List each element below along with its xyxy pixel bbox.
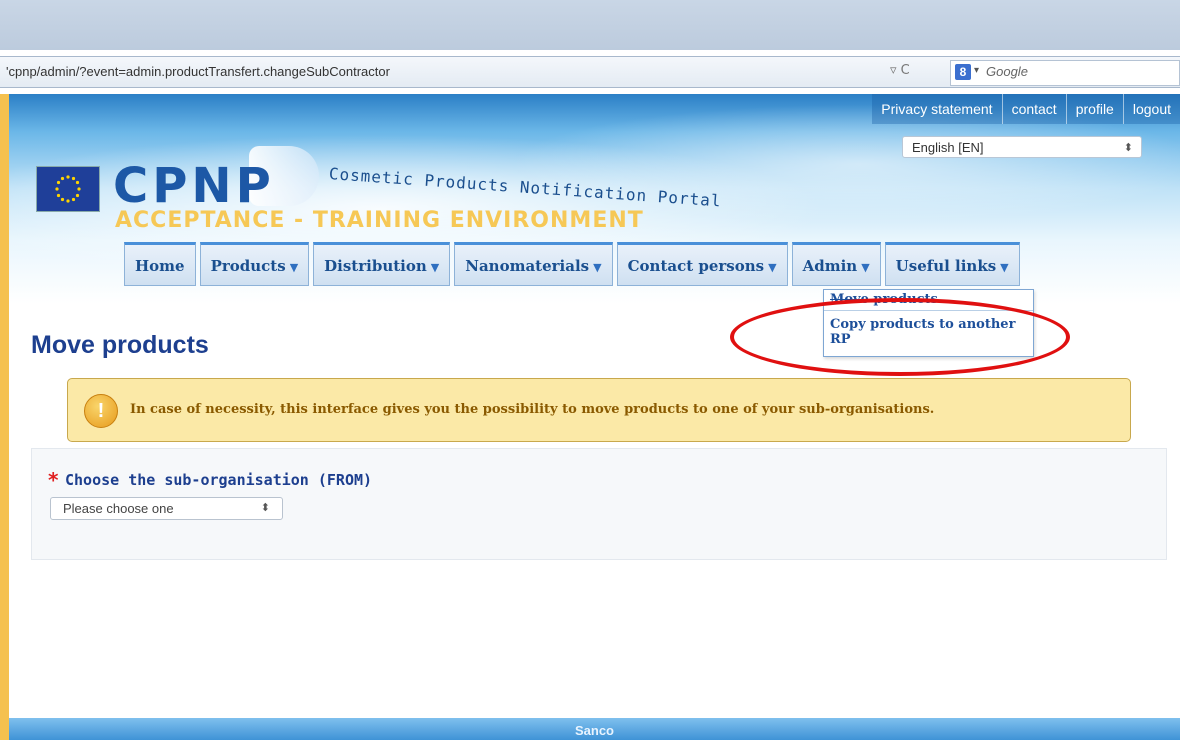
chevron-down-icon: ▼ [768, 261, 777, 274]
chevron-down-icon[interactable]: ▾ [974, 65, 979, 76]
cpnp-logo: CPNP [113, 158, 275, 214]
nav-useful-links[interactable]: Useful links ▼ [884, 242, 1020, 286]
nav-products[interactable]: Products ▼ [199, 242, 310, 286]
environment-label: ACCEPTANCE - TRAINING ENVIRONMENT [115, 208, 644, 233]
language-value: English [EN] [912, 140, 984, 155]
nav-home[interactable]: Home [124, 242, 196, 286]
chevron-down-icon: ▼ [430, 261, 440, 274]
contact-link[interactable]: contact [1001, 94, 1066, 124]
page-left-edge [0, 94, 9, 740]
select-arrows-icon: ⬍ [260, 502, 270, 514]
required-marker: * [48, 468, 59, 492]
footer-bar: Sanco [9, 718, 1180, 740]
sub-organisation-select[interactable]: Please choose one ⬍ [50, 497, 283, 520]
warning-icon: ! [84, 394, 118, 428]
nav-distribution[interactable]: Distribution ▼ [313, 242, 451, 286]
field-label: Choose the sub-organisation (FROM) [65, 471, 373, 489]
nav-contact-persons[interactable]: Contact persons ▼ [616, 242, 788, 286]
chevron-down-icon: ▼ [593, 261, 602, 274]
main-nav: Home Products ▼ Distribution ▼ Nanomateria… [124, 242, 1020, 286]
address-bar[interactable]: 'cpnp/admin/?event=admin.productTransfer… [0, 56, 1180, 88]
profile-link[interactable]: profile [1065, 94, 1123, 124]
red-highlight-ellipse [730, 298, 1070, 376]
select-value: Please choose one [63, 501, 174, 516]
page-title: Move products [31, 331, 209, 359]
info-alert: ! In case of necessity, this interface g… [67, 378, 1131, 442]
chevron-down-icon: ▼ [1000, 261, 1009, 274]
footer-text: Sanco [574, 723, 614, 738]
eu-flag-logo [36, 166, 100, 212]
url-text[interactable]: 'cpnp/admin/?event=admin.productTransfer… [6, 57, 390, 87]
g-plus-icon[interactable]: 8 [955, 64, 971, 80]
search-placeholder: Google [986, 64, 1028, 79]
browser-titlebar [0, 0, 1180, 50]
header-banner: Privacy statement contact profile logout… [9, 94, 1180, 304]
chevron-down-icon: ▼ [289, 261, 299, 274]
language-select[interactable]: English [EN] ⬍ [902, 136, 1142, 158]
alert-message: In case of necessity, this interface giv… [130, 402, 935, 417]
select-arrows-icon: ⬍ [1123, 142, 1133, 154]
nav-admin[interactable]: Admin ▼ [791, 242, 881, 286]
nav-nanomaterials[interactable]: Nanomaterials ▼ [454, 242, 613, 286]
search-box[interactable]: 8 ▾ Google [950, 60, 1180, 86]
privacy-link[interactable]: Privacy statement [872, 94, 1002, 124]
chevron-down-icon: ▼ [861, 261, 870, 274]
top-links: Privacy statement contact profile logout [872, 94, 1180, 124]
logout-link[interactable]: logout [1122, 94, 1180, 124]
reload-icon[interactable]: ▿ C [890, 63, 910, 78]
